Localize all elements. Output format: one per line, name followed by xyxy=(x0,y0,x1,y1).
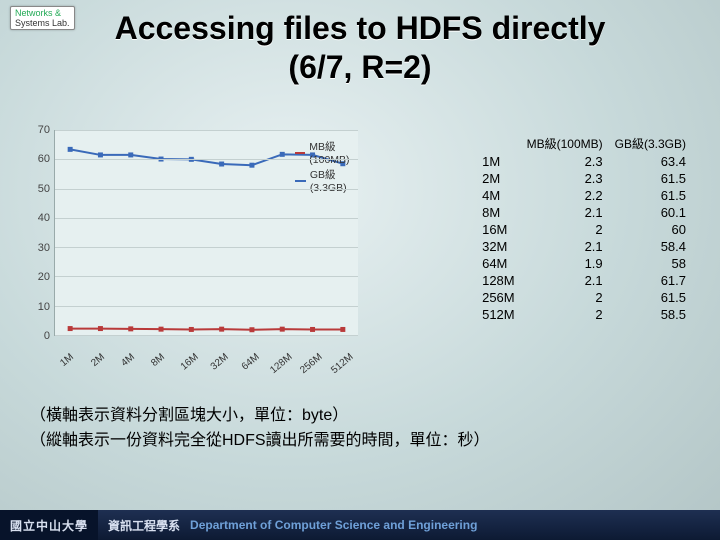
table-row: 128M2.161.7 xyxy=(476,272,692,289)
table-cell: 63.4 xyxy=(609,153,692,170)
table-cell: 32M xyxy=(476,238,521,255)
footer-university: 國立中山大學 xyxy=(0,510,98,540)
table-cell: 64M xyxy=(476,255,521,272)
legend-swatch xyxy=(295,180,306,182)
table-cell: 2.1 xyxy=(521,238,609,255)
table-header-cell: GB級(3.3GB) xyxy=(609,134,692,153)
table-row: 16M260 xyxy=(476,221,692,238)
legend-label: GB級(3.3GB) xyxy=(310,167,358,194)
series-marker xyxy=(68,326,73,331)
table-cell: 58.4 xyxy=(609,238,692,255)
series-marker xyxy=(219,327,224,332)
series-marker xyxy=(249,327,254,332)
table-row: 4M2.261.5 xyxy=(476,187,692,204)
legend: MB級(100MB)GB級(3.3GB) xyxy=(295,138,358,195)
legend-swatch xyxy=(295,152,305,154)
legend-item: MB級(100MB) xyxy=(295,139,358,166)
table-cell: 58 xyxy=(609,255,692,272)
gridline xyxy=(55,276,358,277)
gridline xyxy=(55,159,358,160)
table-cell: 2.1 xyxy=(521,272,609,289)
y-tick-label: 60 xyxy=(28,153,50,165)
table-cell: 2 xyxy=(521,221,609,238)
table-cell: 2.3 xyxy=(521,153,609,170)
series-line xyxy=(70,329,343,330)
table-cell: 1.9 xyxy=(521,255,609,272)
footer-dept-zh: 資訊工程學系 xyxy=(98,517,190,534)
table-cell: 61.5 xyxy=(609,187,692,204)
axis-notes: （橫軸表示資料分割區塊大小，單位：byte） （縱軸表示一份資料完全從HDFS讀… xyxy=(30,404,490,454)
table-header-row: MB級(100MB)GB級(3.3GB) xyxy=(476,134,692,153)
table-row: 2M2.361.5 xyxy=(476,170,692,187)
table-cell: 2 xyxy=(521,289,609,306)
table-cell: 2.3 xyxy=(521,170,609,187)
table: MB級(100MB)GB級(3.3GB) 1M2.363.42M2.361.54… xyxy=(476,134,692,323)
gridline xyxy=(55,218,358,219)
series-marker xyxy=(340,327,345,332)
series-marker xyxy=(280,152,285,157)
table-cell: 61.5 xyxy=(609,289,692,306)
table-cell: 2 xyxy=(521,306,609,323)
table-row: 8M2.160.1 xyxy=(476,204,692,221)
series-marker xyxy=(98,152,103,157)
legend-item: GB級(3.3GB) xyxy=(295,167,358,194)
y-tick-label: 30 xyxy=(28,242,50,254)
series-marker xyxy=(280,327,285,332)
table-cell: 16M xyxy=(476,221,521,238)
table-cell: 1M xyxy=(476,153,521,170)
table-header-cell: MB級(100MB) xyxy=(521,134,609,153)
title-line1: Accessing files to HDFS directly xyxy=(115,10,606,46)
table-cell: 8M xyxy=(476,204,521,221)
table-row: 256M261.5 xyxy=(476,289,692,306)
y-tick-label: 70 xyxy=(28,124,50,136)
table-cell: 60 xyxy=(609,221,692,238)
table-cell: 61.7 xyxy=(609,272,692,289)
plot-area: MB級(100MB)GB級(3.3GB) xyxy=(54,130,358,336)
footer-bar: 國立中山大學 資訊工程學系 Department of Computer Sci… xyxy=(0,510,720,540)
table-cell: 512M xyxy=(476,306,521,323)
gridline xyxy=(55,130,358,131)
slide-title: Accessing files to HDFS directly (6/7, R… xyxy=(0,10,720,86)
table-body: 1M2.363.42M2.361.54M2.261.58M2.160.116M2… xyxy=(476,153,692,323)
y-tick-label: 50 xyxy=(28,183,50,195)
table-cell: 256M xyxy=(476,289,521,306)
series-marker xyxy=(68,147,73,152)
table-row: 1M2.363.4 xyxy=(476,153,692,170)
legend-label: MB級(100MB) xyxy=(309,139,358,166)
table-cell: 60.1 xyxy=(609,204,692,221)
y-tick-label: 20 xyxy=(28,271,50,283)
table-row: 64M1.958 xyxy=(476,255,692,272)
table-cell: 4M xyxy=(476,187,521,204)
table-cell: 128M xyxy=(476,272,521,289)
line-chart: MB級(100MB)GB級(3.3GB) 1M2M4M8M16M32M64M12… xyxy=(28,130,358,360)
y-tick-label: 10 xyxy=(28,301,50,313)
title-line2: (6/7, R=2) xyxy=(0,49,720,86)
series-marker xyxy=(249,163,254,168)
gridline xyxy=(55,247,358,248)
series-marker xyxy=(98,326,103,331)
y-tick-label: 0 xyxy=(28,330,50,342)
table-cell: 61.5 xyxy=(609,170,692,187)
note-x: （橫軸表示資料分割區塊大小，單位：byte） xyxy=(30,404,490,429)
series-marker xyxy=(219,162,224,167)
table-row: 512M258.5 xyxy=(476,306,692,323)
gridline xyxy=(55,306,358,307)
series-marker xyxy=(159,327,164,332)
table-header-cell xyxy=(476,134,521,153)
data-table: MB級(100MB)GB級(3.3GB) 1M2.363.42M2.361.54… xyxy=(476,134,692,323)
series-marker xyxy=(128,152,133,157)
footer-dept-en: Department of Computer Science and Engin… xyxy=(190,518,477,532)
gridline xyxy=(55,189,358,190)
x-axis-labels: 1M2M4M8M16M32M64M128M256M512M xyxy=(54,336,358,360)
series-marker xyxy=(310,327,315,332)
table-cell: 2.1 xyxy=(521,204,609,221)
table-cell: 2.2 xyxy=(521,187,609,204)
note-y: （縱軸表示一份資料完全從HDFS讀出所需要的時間，單位：秒） xyxy=(30,429,490,454)
table-cell: 58.5 xyxy=(609,306,692,323)
table-cell: 2M xyxy=(476,170,521,187)
series-marker xyxy=(189,327,194,332)
series-marker xyxy=(128,326,133,331)
y-tick-label: 40 xyxy=(28,212,50,224)
table-row: 32M2.158.4 xyxy=(476,238,692,255)
